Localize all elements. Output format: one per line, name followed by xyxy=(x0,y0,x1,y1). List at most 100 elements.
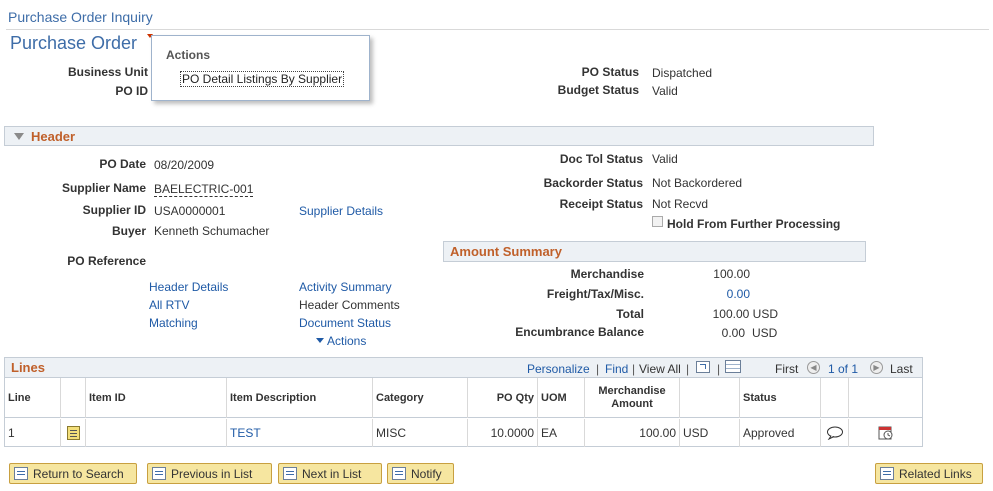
col-comments xyxy=(821,378,849,418)
item-description-link[interactable]: TEST xyxy=(230,426,261,440)
new-window-icon[interactable] xyxy=(696,361,710,373)
popup-title: Actions xyxy=(166,48,211,62)
first-link[interactable]: First xyxy=(775,362,798,376)
comment-bubble-icon[interactable] xyxy=(826,426,844,440)
col-merchandise-amount[interactable]: Merchandise Amount xyxy=(585,378,680,418)
col-category[interactable]: Category xyxy=(373,378,468,418)
title-divider xyxy=(6,29,989,30)
business-unit-label: Business Unit xyxy=(67,65,148,79)
next-in-list-button[interactable]: Next in List xyxy=(278,463,382,484)
header-section-bar[interactable]: Header xyxy=(4,126,874,146)
previous-icon xyxy=(152,467,166,480)
cell-category: MISC xyxy=(373,419,468,447)
col-item-id[interactable]: Item ID xyxy=(86,378,227,418)
buyer-label: Buyer xyxy=(111,224,146,238)
hold-label: Hold From Further Processing xyxy=(667,217,841,231)
hold-checkbox[interactable] xyxy=(652,216,663,227)
find-link[interactable]: Find xyxy=(605,362,628,376)
encumbrance-currency: USD xyxy=(752,326,778,340)
freight-tax-misc-label: Freight/Tax/Misc. xyxy=(546,287,644,301)
lines-grid: Lines Personalize | Find | View All | | … xyxy=(4,357,923,447)
backorder-status-value: Not Backordered xyxy=(652,176,743,190)
actions-popup: Actions PO Detail Listings By Supplier xyxy=(151,35,370,101)
cell-item-id xyxy=(86,419,227,447)
line-actions-cell[interactable] xyxy=(849,419,922,447)
grid-header: Line Item ID Item Description Category P… xyxy=(5,378,922,418)
supplier-id-label: Supplier ID xyxy=(82,203,146,217)
next-icon xyxy=(283,467,297,480)
po-reference-label: PO Reference xyxy=(67,254,146,268)
related-links-label: Related Links xyxy=(899,466,972,481)
total-label: Total xyxy=(616,307,644,321)
col-uom[interactable]: UOM xyxy=(538,378,585,418)
amount-summary-title: Amount Summary xyxy=(450,244,562,259)
cell-line: 1 xyxy=(5,419,61,447)
doc-tol-status-value: Valid xyxy=(652,152,678,166)
buyer-value: Kenneth Schumacher xyxy=(154,224,270,238)
return-to-search-button[interactable]: Return to Search xyxy=(9,463,137,484)
all-rtv-link[interactable]: All RTV xyxy=(149,298,189,312)
total-value: 100.00 USD xyxy=(712,307,778,321)
activity-summary-link[interactable]: Activity Summary xyxy=(299,280,392,294)
cell-item-description: TEST xyxy=(227,419,373,447)
header-section-title: Header xyxy=(31,129,76,144)
header-comments-text: Header Comments xyxy=(299,298,400,312)
cell-uom: EA xyxy=(538,419,585,447)
last-link[interactable]: Last xyxy=(890,362,913,376)
related-links-button[interactable]: Related Links xyxy=(875,463,983,484)
po-date-value: 08/20/2009 xyxy=(154,158,215,172)
po-status-value: Dispatched xyxy=(652,66,713,80)
view-all-link[interactable]: View All xyxy=(639,362,681,376)
col-item-description[interactable]: Item Description xyxy=(227,378,373,418)
matching-link[interactable]: Matching xyxy=(149,316,198,330)
cell-merchandise-amount: 100.00 xyxy=(585,419,680,447)
po-detail-listings-menu-item[interactable]: PO Detail Listings By Supplier xyxy=(180,71,345,87)
lines-grid-toolbar: Lines Personalize | Find | View All | | … xyxy=(5,358,922,378)
actions-dropdown-arrow-icon[interactable] xyxy=(316,338,324,343)
personalize-link[interactable]: Personalize xyxy=(527,362,590,376)
col-status[interactable]: Status xyxy=(740,378,821,418)
encumbrance-balance-value: 0.00 xyxy=(721,326,745,340)
search-icon xyxy=(14,467,28,480)
col-po-qty[interactable]: PO Qty xyxy=(468,378,538,418)
freight-tax-misc-link[interactable]: 0.00 xyxy=(727,287,750,301)
po-status-label: PO Status xyxy=(581,65,639,79)
doc-tol-status-label: Doc Tol Status xyxy=(559,152,643,166)
cell-currency: USD xyxy=(680,419,740,447)
nav-separator: | xyxy=(686,362,690,376)
supplier-name-value[interactable]: BAELECTRIC-001 xyxy=(154,182,254,197)
header-details-link[interactable]: Header Details xyxy=(149,280,228,294)
po-id-label: PO ID xyxy=(115,84,148,98)
line-details-cell[interactable] xyxy=(61,419,86,447)
supplier-id-value: USA0000001 xyxy=(154,204,226,218)
breadcrumb: Purchase Order Inquiry xyxy=(8,9,153,25)
nav-separator: | xyxy=(596,362,600,376)
cell-status: Approved xyxy=(740,419,821,447)
notify-label: Notify xyxy=(411,466,442,481)
related-links-icon xyxy=(880,467,894,480)
previous-row-icon[interactable]: ◀ xyxy=(807,361,820,374)
collapse-triangle-icon[interactable] xyxy=(14,133,24,140)
previous-in-list-button[interactable]: Previous in List xyxy=(147,463,272,484)
nav-separator: | xyxy=(717,362,721,376)
merchandise-value: 100.00 xyxy=(713,267,750,281)
document-status-link[interactable]: Document Status xyxy=(299,316,391,330)
actions-link[interactable]: Actions xyxy=(327,334,366,348)
comments-cell[interactable] xyxy=(821,419,849,447)
previous-in-list-label: Previous in List xyxy=(171,466,253,481)
download-grid-icon[interactable] xyxy=(725,360,741,373)
page-title: Purchase Order xyxy=(10,33,138,53)
supplier-details-link[interactable]: Supplier Details xyxy=(299,204,383,218)
next-row-icon[interactable]: ▶ xyxy=(870,361,883,374)
budget-status-label: Budget Status xyxy=(557,83,639,97)
line-details-icon[interactable] xyxy=(66,426,80,440)
backorder-status-label: Backorder Status xyxy=(543,176,643,190)
col-actions xyxy=(849,378,922,418)
notify-icon xyxy=(392,467,406,480)
po-date-label: PO Date xyxy=(99,157,146,171)
nav-separator: | xyxy=(632,362,636,376)
col-line[interactable]: Line xyxy=(5,378,61,418)
return-to-search-label: Return to Search xyxy=(33,466,124,481)
notify-button[interactable]: Notify xyxy=(387,463,454,484)
schedule-details-icon[interactable] xyxy=(878,425,894,441)
